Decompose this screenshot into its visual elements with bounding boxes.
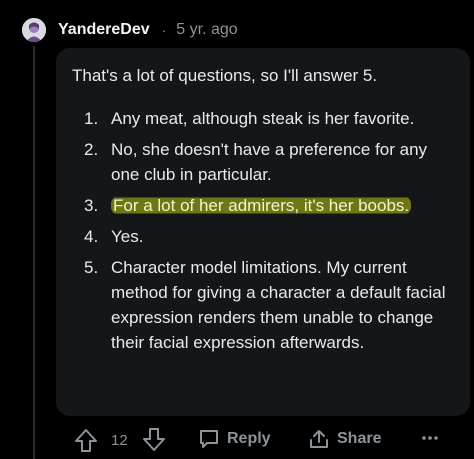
vote-score: 12 (111, 432, 128, 449)
downvote-button[interactable] (140, 426, 168, 454)
separator-dot: · (161, 22, 167, 38)
share-button[interactable]: Share (308, 428, 381, 450)
list-item: 3. For a lot of her admirers, it's her b… (56, 193, 470, 218)
highlighted-text: For a lot of her admirers, it's her boob… (111, 196, 412, 215)
comment-intro: That's a lot of questions, so I'll answe… (72, 66, 378, 85)
list-text: Character model limitations. My current … (111, 258, 446, 352)
reply-button[interactable]: Reply (198, 428, 271, 450)
arrow-down-icon (143, 428, 165, 451)
list-item: 1. Any meat, although steak is her favor… (56, 106, 470, 131)
list-number: 1. (84, 109, 99, 128)
arrow-up-icon (75, 429, 97, 452)
thread-line[interactable] (33, 46, 35, 459)
post-age: 5 yr. ago (176, 21, 238, 38)
list-number: 3. (84, 196, 99, 215)
comment-actions: 12 Reply Share (56, 424, 470, 456)
list-item: 5. Character model limitations. My curre… (56, 255, 470, 355)
username[interactable]: YandereDev (58, 21, 150, 39)
list-number: 4. (84, 227, 99, 246)
upvote-button[interactable] (72, 426, 100, 454)
list-item: 2. No, she doesn't have a preference for… (56, 137, 470, 187)
reply-label: Reply (227, 430, 271, 447)
more-options-button[interactable] (420, 428, 440, 448)
list-text: No, she doesn't have a preference for an… (111, 140, 428, 184)
list-number: 5. (84, 258, 99, 277)
list-number: 2. (84, 140, 99, 159)
list-text: Yes. (111, 227, 144, 246)
ellipsis-icon (422, 436, 438, 440)
share-label: Share (337, 430, 382, 447)
comment-body: That's a lot of questions, so I'll answe… (56, 48, 470, 416)
comment-header: YandereDev · 5 yr. ago (22, 14, 238, 46)
comment-view: YandereDev · 5 yr. ago That's a lot of q… (0, 0, 474, 459)
speech-bubble-icon (200, 430, 218, 448)
avatar[interactable] (22, 18, 46, 42)
share-arrow-icon (310, 430, 328, 448)
avatar-icon (22, 18, 46, 42)
answer-list: 1. Any meat, although steak is her favor… (56, 106, 470, 361)
list-item: 4. Yes. (56, 224, 470, 249)
list-text: Any meat, although steak is her favorite… (111, 109, 415, 128)
